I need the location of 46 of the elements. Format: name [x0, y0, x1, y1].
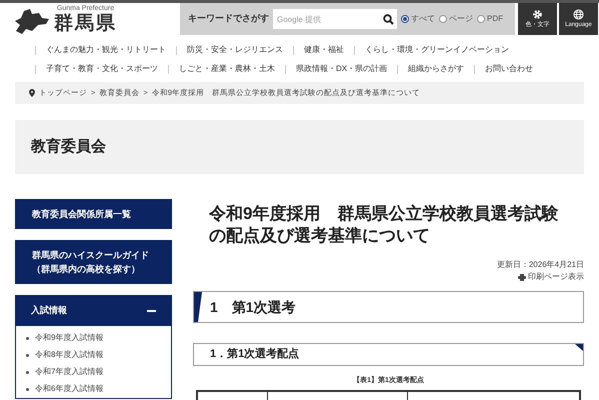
prefecture-map-icon	[14, 9, 50, 35]
radio-button[interactable]	[401, 15, 409, 23]
sidebar-item[interactable]: 令和6年度入試情報	[35, 382, 104, 396]
bullet-icon	[26, 388, 29, 390]
location-pin-icon	[29, 89, 35, 97]
radio-button[interactable]	[439, 15, 447, 23]
page-title: 令和9年度採用 群馬県公立学校教員選考試験の配点及び選考基準について	[208, 203, 560, 247]
section-heading: 1 第1次選考	[210, 298, 296, 316]
search-field[interactable]: Google 提供	[273, 9, 379, 29]
search-option[interactable]: PDF	[477, 13, 503, 25]
option-label: すべて	[411, 13, 435, 25]
search-button[interactable]	[379, 9, 397, 29]
nav-link[interactable]: 組織からさがす	[398, 62, 474, 76]
search-label: キーワードでさがす	[188, 12, 269, 26]
logo-title[interactable]: 群馬県	[54, 13, 117, 35]
search-icon	[382, 14, 394, 24]
search-option[interactable]: すべて	[401, 13, 435, 25]
search-option[interactable]: ページ	[439, 13, 473, 25]
nav-link[interactable]: 県政情報・DX・県の計画	[286, 62, 398, 76]
nav-link[interactable]: 健康・福祉	[294, 43, 354, 57]
sidebar-link[interactable]: 教育委員会関係所属一覧	[15, 199, 172, 229]
radio-button[interactable]	[477, 15, 485, 23]
nav-link[interactable]: 防災・安全・レジリエンス	[177, 43, 293, 57]
option-label: ページ	[449, 13, 473, 25]
corner-accent-triangle	[575, 344, 583, 351]
globe-icon	[573, 9, 584, 20]
heading-accent-stripe	[194, 292, 202, 322]
nav-link[interactable]: しごと・産業・農林・土木	[169, 62, 285, 76]
sidebar-link[interactable]: 群馬県のハイスクールガイド（群馬県内の高校を探す）	[15, 240, 172, 284]
nav-link[interactable]: お問い合わせ	[475, 62, 544, 76]
print-link[interactable]: 印刷ページ表示	[518, 271, 584, 283]
bullet-icon	[26, 370, 29, 374]
nav-link[interactable]: 子育て・教育・文化・スポーツ	[36, 62, 168, 76]
update-date: 更新日：2026年4月21日	[496, 259, 584, 271]
nav-link[interactable]: ぐんまの魅力・観光・リトリート	[36, 43, 176, 57]
nav-link[interactable]: くらし・環境・グリーンイノベーション	[355, 43, 519, 57]
bullet-icon	[26, 354, 29, 356]
subheading: 1．第1次選考配点	[210, 346, 300, 362]
bullet-icon	[26, 336, 29, 340]
accordion-header[interactable]: 入試情報	[16, 296, 171, 326]
gear-icon	[532, 9, 543, 20]
sidebar-item[interactable]: 令和7年度入試情報	[35, 365, 104, 379]
option-label: PDF	[487, 13, 503, 25]
section-title: 教育委員会	[31, 136, 106, 157]
sidebar-item[interactable]: 令和8年度入試情報	[35, 348, 104, 362]
sidebar-item[interactable]: 令和9年度入試情報	[35, 331, 104, 345]
